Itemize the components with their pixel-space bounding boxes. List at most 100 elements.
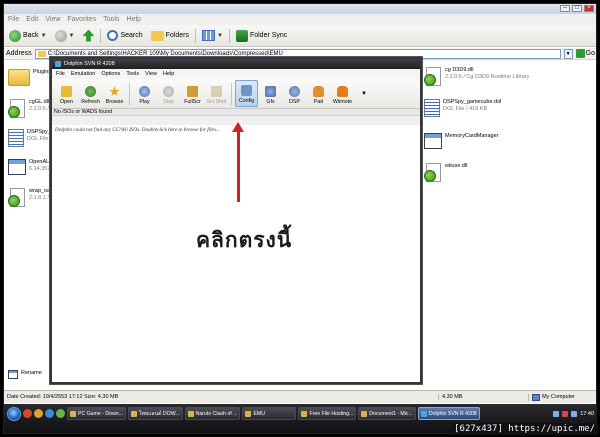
address-dropdown-button[interactable]: ▼ bbox=[563, 48, 573, 59]
menu-tools[interactable]: Tools bbox=[103, 16, 119, 23]
folders-button[interactable]: Folders bbox=[149, 28, 191, 44]
file-item[interactable]: wiiuse.dll bbox=[424, 163, 467, 183]
taskbar-button[interactable]: ไทยแลนด์ DOW... bbox=[127, 407, 183, 420]
rename-task-item[interactable]: Rename bbox=[8, 370, 42, 379]
explorer-titlebar[interactable]: – □ × bbox=[4, 4, 596, 14]
close-icon[interactable]: × bbox=[584, 5, 594, 12]
graphics-icon bbox=[265, 86, 276, 97]
dolphin-menu-options[interactable]: Options bbox=[101, 71, 120, 77]
dolphin-title: Dolphin SVN R 4208 bbox=[64, 61, 115, 67]
minimize-icon[interactable]: – bbox=[560, 5, 570, 12]
menu-view[interactable]: View bbox=[45, 16, 60, 23]
file-item[interactable]: DSPSpy_gamecube.dol DOL File / 416 KB bbox=[424, 99, 501, 117]
status-details: Date Created: 19/4/2553 17:12 Size: 4.30… bbox=[7, 394, 119, 400]
wiimote-icon bbox=[337, 86, 348, 97]
go-label: Go bbox=[585, 50, 595, 57]
refresh-button[interactable]: Refresh bbox=[79, 80, 102, 107]
antivirus-icon[interactable] bbox=[562, 410, 569, 417]
config-button[interactable]: Config bbox=[235, 80, 258, 107]
dolphin-menu-file[interactable]: File bbox=[56, 71, 65, 77]
file-item[interactable]: Plugins bbox=[8, 69, 51, 86]
explorer-window-buttons: – □ × bbox=[560, 5, 594, 12]
file-item[interactable]: cg D3D9.dll 2.2.0.6 / Cg D3D9 Runtime Lib… bbox=[424, 67, 529, 87]
quicklaunch-icon[interactable] bbox=[45, 409, 54, 418]
taskbar-button-active[interactable]: Dolphin SVN R 4208 bbox=[417, 407, 480, 420]
maximize-icon[interactable]: □ bbox=[572, 5, 582, 12]
dolphin-menu-view[interactable]: View bbox=[145, 71, 157, 77]
toolbar-divider bbox=[231, 82, 232, 105]
up-arrow-icon bbox=[82, 29, 95, 42]
red-arrow-line bbox=[237, 130, 240, 202]
views-icon bbox=[202, 30, 215, 41]
config-label: Config bbox=[238, 98, 255, 104]
dolphin-menu-emulation[interactable]: Emulation bbox=[71, 71, 95, 77]
file-item[interactable]: MemoryCardManager bbox=[424, 133, 499, 149]
file-name: wiiuse.dll bbox=[445, 163, 468, 169]
back-button[interactable]: Back ▼ bbox=[7, 28, 49, 44]
fullscreen-button[interactable]: FullScr bbox=[181, 80, 204, 107]
browse-label: Browse bbox=[105, 99, 124, 105]
chevron-down-icon: ▼ bbox=[217, 32, 223, 39]
stop-icon bbox=[163, 86, 174, 97]
rename-icon bbox=[8, 370, 18, 379]
taskbar-button[interactable]: Free File Hosting... bbox=[298, 407, 357, 420]
open-label: Open bbox=[60, 99, 73, 105]
play-icon bbox=[139, 86, 150, 97]
browse-button[interactable]: Browse bbox=[103, 80, 126, 107]
go-arrow-icon bbox=[575, 49, 585, 58]
dsp-button[interactable]: DSP bbox=[283, 80, 306, 107]
quicklaunch-icon[interactable] bbox=[23, 409, 32, 418]
go-button[interactable]: Go bbox=[575, 49, 596, 58]
quicklaunch-icon[interactable] bbox=[34, 409, 43, 418]
gfx-button[interactable]: Gfx bbox=[259, 80, 282, 107]
dolphin-menu-help[interactable]: Help bbox=[163, 71, 174, 77]
dolphin-titlebar[interactable]: Dolphin SVN R 4208 bbox=[52, 59, 420, 69]
stop-button[interactable]: Stop bbox=[157, 80, 180, 107]
folders-label: Folders bbox=[165, 32, 189, 39]
dol-file-icon bbox=[424, 99, 440, 117]
folder-sync-button[interactable]: Folder Sync bbox=[234, 28, 289, 44]
taskbar-button-label: Free File Hosting... bbox=[309, 410, 354, 417]
app-icon bbox=[187, 410, 194, 417]
up-folder-button[interactable] bbox=[80, 28, 96, 44]
forward-button[interactable]: ▼ bbox=[53, 28, 77, 44]
taskbar-button[interactable]: PC Game - Down... bbox=[67, 407, 126, 420]
status-location: My Computer bbox=[528, 393, 596, 401]
screenshot-button[interactable]: Scr.Shot bbox=[205, 80, 228, 107]
folder-icon bbox=[8, 69, 30, 86]
wiimote-button[interactable]: Wiimote bbox=[331, 80, 354, 107]
menu-file[interactable]: File bbox=[8, 16, 19, 23]
menu-help[interactable]: Help bbox=[127, 16, 141, 23]
taskbar-button-label: Document1 - Mic... bbox=[369, 410, 413, 417]
taskbar-button[interactable]: Document1 - Mic... bbox=[358, 407, 416, 420]
open-button[interactable]: Open bbox=[55, 80, 78, 107]
search-icon bbox=[107, 30, 119, 41]
quicklaunch-icon[interactable] bbox=[56, 409, 65, 418]
volume-icon[interactable] bbox=[571, 410, 578, 417]
click-here-annotation: คลิกตรงนี้ bbox=[196, 228, 293, 252]
start-button[interactable] bbox=[7, 407, 21, 421]
screenshot-label: Scr.Shot bbox=[206, 99, 227, 105]
toolbar-overflow-icon[interactable]: ▼ bbox=[361, 91, 367, 97]
taskbar-button[interactable]: EMU bbox=[242, 407, 297, 420]
address-label: Address bbox=[6, 50, 32, 57]
views-button[interactable]: ▼ bbox=[200, 28, 225, 44]
taskbar-button-label: Naruto Clash of ... bbox=[195, 410, 238, 417]
stop-label: Stop bbox=[163, 99, 174, 105]
game-list-header: No ISOs or WADS found bbox=[52, 109, 420, 116]
dolphin-icon bbox=[420, 410, 427, 417]
pad-button[interactable]: Pad bbox=[307, 80, 330, 107]
menu-favorites[interactable]: Favorites bbox=[67, 16, 96, 23]
network-icon[interactable] bbox=[553, 410, 560, 417]
dll-file-icon bbox=[424, 67, 442, 87]
search-button[interactable]: Search bbox=[105, 28, 144, 44]
play-button[interactable]: Play bbox=[133, 80, 156, 107]
dolphin-toolbar: Open Refresh Browse Play Stop FullScr Sc… bbox=[52, 79, 420, 109]
taskbar-button-label: Dolphin SVN R 4208 bbox=[428, 410, 477, 417]
taskbar-button[interactable]: Naruto Clash of ... bbox=[184, 407, 241, 420]
clock[interactable]: 17:40 bbox=[580, 411, 594, 417]
dolphin-menu-tools[interactable]: Tools bbox=[126, 71, 139, 77]
folder-sync-label: Folder Sync bbox=[249, 32, 288, 39]
menu-edit[interactable]: Edit bbox=[26, 16, 38, 23]
toolbar-divider bbox=[228, 28, 230, 43]
